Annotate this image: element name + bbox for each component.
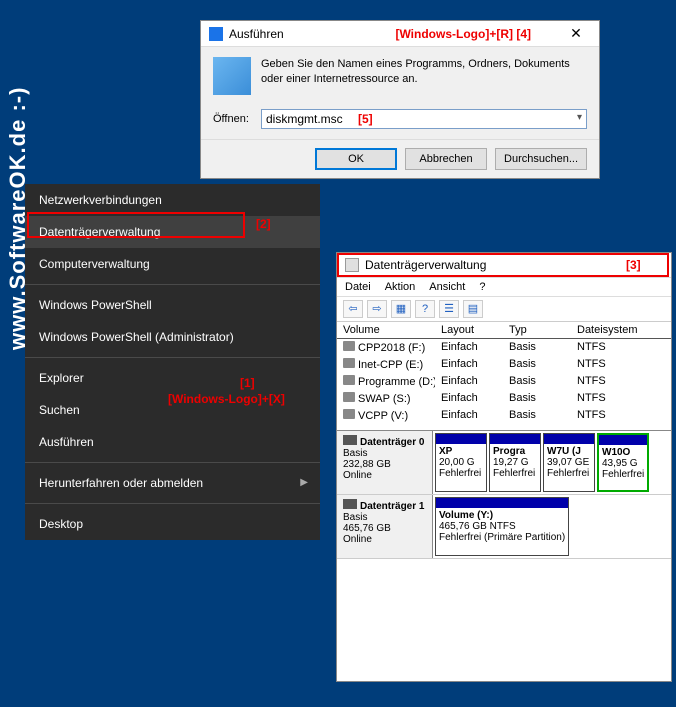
menu-datei[interactable]: Datei <box>345 281 371 293</box>
cancel-button[interactable]: Abbrechen <box>405 148 487 170</box>
partition[interactable]: Volume (Y:)465,76 GB NTFSFehlerfrei (Pri… <box>435 497 569 556</box>
table-row[interactable]: CPP2018 (F:)EinfachBasisNTFS <box>337 339 671 356</box>
annotation-4: [Windows-Logo]+[R] [4] <box>395 27 531 41</box>
run-title: Ausführen <box>229 27 284 41</box>
table-row[interactable]: SWAP (S:)EinfachBasisNTFS <box>337 390 671 407</box>
dropdown-icon[interactable]: ▾ <box>577 112 582 123</box>
dm-icon <box>345 258 359 272</box>
partition[interactable]: W10O43,95 GFehlerfrei <box>597 433 649 492</box>
run-icon <box>209 27 223 41</box>
annotation-1: [1] <box>240 376 255 390</box>
separator <box>25 284 320 285</box>
browse-button[interactable]: Durchsuchen... <box>495 148 587 170</box>
disk-header: Datenträger 1Basis465,76 GBOnline <box>337 495 433 558</box>
forward-icon[interactable]: ⇨ <box>367 300 387 318</box>
annotation-5: [5] <box>358 112 373 126</box>
ok-button[interactable]: OK <box>315 148 397 170</box>
menu-netzwerkverbindungen[interactable]: Netzwerkverbindungen <box>25 184 320 216</box>
menu-powershell-admin[interactable]: Windows PowerShell (Administrator) <box>25 321 320 353</box>
table-row[interactable]: Programme (D:)EinfachBasisNTFS <box>337 373 671 390</box>
annotation-2: [2] <box>256 217 271 231</box>
disk-layout: Datenträger 0Basis232,88 GBOnlineXP20,00… <box>337 430 671 559</box>
annotation-3: [3] <box>626 258 641 272</box>
run-description: Geben Sie den Namen eines Programms, Ord… <box>261 57 587 95</box>
separator <box>25 357 320 358</box>
disk-row: Datenträger 0Basis232,88 GBOnlineXP20,00… <box>337 431 671 495</box>
list-icon[interactable]: ☰ <box>439 300 459 318</box>
menu-computerverwaltung[interactable]: Computerverwaltung <box>25 248 320 280</box>
col-volume[interactable]: Volume <box>337 322 435 338</box>
run-dialog: Ausführen [Windows-Logo]+[R] [4] ✕ Geben… <box>200 20 600 179</box>
partition[interactable]: XP20,00 GFehlerfrei <box>435 433 487 492</box>
col-fs[interactable]: Dateisystem <box>571 322 651 338</box>
disk-row: Datenträger 1Basis465,76 GBOnlineVolume … <box>337 495 671 559</box>
open-input-value: diskmgmt.msc <box>266 112 343 126</box>
menu-help[interactable]: ? <box>479 281 485 293</box>
menu-aktion[interactable]: Aktion <box>385 281 416 293</box>
col-typ[interactable]: Typ <box>503 322 571 338</box>
menu-ansicht[interactable]: Ansicht <box>429 281 465 293</box>
detail-icon[interactable]: ▤ <box>463 300 483 318</box>
dm-title: Datenträgerverwaltung <box>365 258 486 272</box>
winx-context-menu: Netzwerkverbindungen Datenträgerverwaltu… <box>25 184 320 540</box>
partition[interactable]: W7U (J39,07 GEFehlerfrei <box>543 433 595 492</box>
view-icon[interactable]: ▦ <box>391 300 411 318</box>
menu-label: Herunterfahren oder abmelden <box>39 476 203 490</box>
volume-table: Volume Layout Typ Dateisystem CPP2018 (F… <box>337 322 671 424</box>
open-input[interactable]: diskmgmt.msc [5] ▾ <box>261 109 587 129</box>
menu-herunterfahren[interactable]: Herunterfahren oder abmelden ▶ <box>25 467 320 499</box>
separator <box>25 462 320 463</box>
partition[interactable]: Progra19,27 GFehlerfrei <box>489 433 541 492</box>
menu-datentraegerverwaltung[interactable]: Datenträgerverwaltung <box>25 216 320 248</box>
annotation-1-sub: [Windows-Logo]+[X] <box>168 392 285 406</box>
back-icon[interactable]: ⇦ <box>343 300 363 318</box>
table-row[interactable]: Inet-CPP (E:)EinfachBasisNTFS <box>337 356 671 373</box>
dm-toolbar: ⇦ ⇨ ▦ ? ☰ ▤ <box>337 297 671 322</box>
disk-management-window: Datenträgerverwaltung Datei Aktion Ansic… <box>336 252 672 682</box>
help-icon[interactable]: ? <box>415 300 435 318</box>
menu-desktop[interactable]: Desktop <box>25 508 320 540</box>
table-row[interactable]: VCPP (V:)EinfachBasisNTFS <box>337 407 671 424</box>
col-layout[interactable]: Layout <box>435 322 503 338</box>
menu-ausfuehren[interactable]: Ausführen <box>25 426 320 458</box>
separator <box>25 503 320 504</box>
close-icon[interactable]: ✕ <box>561 25 591 42</box>
disk-header: Datenträger 0Basis232,88 GBOnline <box>337 431 433 494</box>
dm-menubar: Datei Aktion Ansicht ? <box>337 278 671 297</box>
open-label: Öffnen: <box>213 113 253 125</box>
chevron-right-icon: ▶ <box>300 477 308 488</box>
menu-powershell[interactable]: Windows PowerShell <box>25 289 320 321</box>
menu-explorer[interactable]: Explorer <box>25 362 320 394</box>
run-logo-icon <box>213 57 251 95</box>
